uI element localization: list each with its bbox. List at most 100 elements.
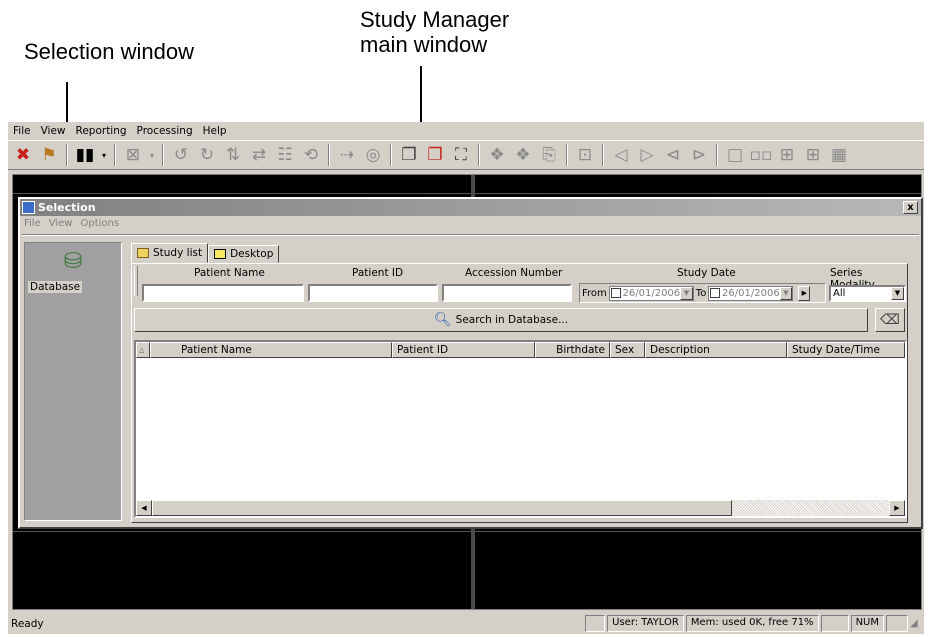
toolbar-separator [390, 144, 392, 166]
date-to-checkbox[interactable] [710, 288, 721, 298]
viewport-divider [13, 193, 921, 194]
menu-help[interactable]: Help [198, 125, 232, 137]
flip-horizontal-icon[interactable]: ⇄ [248, 144, 270, 166]
tab-study-list-label: Study list [153, 247, 203, 259]
last-icon[interactable]: ⊳ [688, 144, 710, 166]
scroll-track[interactable] [732, 500, 889, 516]
previous-icon[interactable]: ◁ [610, 144, 632, 166]
date-from-field[interactable]: 26/01/2006 ▼ [608, 285, 694, 301]
toolbar-separator [716, 144, 718, 166]
column-sort-indicator[interactable]: ▵ [136, 342, 150, 358]
cine-icon[interactable]: ⟲ [300, 144, 322, 166]
status-blank [585, 615, 606, 632]
date-from-checkbox[interactable] [610, 288, 621, 298]
sync-icon[interactable]: ◎ [362, 144, 384, 166]
column-header-birthdate[interactable]: Birthdate [535, 342, 610, 358]
export-icon[interactable]: ⎘ [538, 144, 560, 166]
filter-grip[interactable] [134, 266, 138, 296]
magnifier-icon: 🔍︎ [433, 312, 452, 328]
patient-name-label: Patient Name [194, 267, 265, 279]
study-list-panel: Patient Name Patient ID Accession Number… [131, 263, 908, 523]
patient-name-input[interactable] [142, 284, 304, 302]
selection-title: Selection [38, 201, 96, 214]
patient-id-input[interactable] [308, 284, 438, 302]
study-list-table: ▵ Patient Name Patient ID Birthdate Sex … [134, 340, 907, 518]
clear-filters-button[interactable]: ⌫ [875, 308, 905, 332]
selection-menu-file[interactable]: File [20, 218, 45, 232]
modality-dropdown-icon[interactable]: ▼ [891, 287, 904, 300]
toolbar-separator [162, 144, 164, 166]
grid-view-icon[interactable]: ▦ [828, 144, 850, 166]
column-header-sex[interactable]: Sex [610, 342, 645, 358]
menu-file[interactable]: File [8, 125, 36, 137]
rotate-left-icon[interactable]: ↺ [170, 144, 192, 166]
tab-study-list[interactable]: Study list [131, 243, 209, 263]
scroll-thumb[interactable] [152, 500, 732, 516]
viewport-divider [13, 531, 921, 532]
date-to-field[interactable]: 26/01/2006 ▼ [708, 285, 794, 301]
first-icon[interactable]: ⊲ [662, 144, 684, 166]
main-menubar: File View Reporting Processing Help [8, 122, 924, 140]
horizontal-scrollbar[interactable]: ◀ ▶ [136, 500, 905, 516]
table-header: ▵ Patient Name Patient ID Birthdate Sex … [136, 342, 905, 358]
link-icon[interactable]: ⇢ [336, 144, 358, 166]
measure-icon[interactable]: ⊡ [574, 144, 596, 166]
menu-reporting[interactable]: Reporting [71, 125, 132, 137]
next-icon[interactable]: ▷ [636, 144, 658, 166]
date-from-value: 26/01/2006 [622, 287, 681, 299]
menu-processing[interactable]: Processing [132, 125, 198, 137]
column-header-patient-name[interactable]: Patient Name [150, 342, 392, 358]
toolbar-separator [328, 144, 330, 166]
status-num: NUM [850, 615, 884, 632]
date-to-dropdown[interactable]: ▼ [779, 286, 793, 300]
quad-view-icon[interactable]: ⊞ [776, 144, 798, 166]
multi-view-icon[interactable]: ⊞ [802, 144, 824, 166]
date-more-arrow-icon[interactable]: ▶ [798, 285, 811, 301]
tab-desktop[interactable]: Desktop [208, 245, 280, 263]
zoom-fit-icon[interactable]: ⊠ [122, 144, 144, 166]
search-database-button[interactable]: 🔍︎ Search in Database... [134, 308, 868, 332]
close-button[interactable]: x [903, 201, 918, 214]
status-user: User: TAYLOR [607, 615, 684, 632]
flip-vertical-icon[interactable]: ⇅ [222, 144, 244, 166]
series-next-icon[interactable]: ❐ [398, 144, 420, 166]
column-header-study-date-time[interactable]: Study Date/Time [787, 342, 905, 358]
toolbar-separator [566, 144, 568, 166]
database-icon[interactable]: ⛁ [59, 249, 87, 277]
status-memory: Mem: used 0K, free 71% [685, 615, 819, 632]
folder-icon [137, 248, 149, 258]
series-modality-select[interactable]: All ▼ [829, 285, 906, 302]
network-icon[interactable]: ⛶ [450, 144, 472, 166]
database-label[interactable]: Database [28, 281, 83, 293]
layout-dropdown-icon[interactable]: ▾ [100, 144, 108, 166]
scroll-right-icon[interactable]: ▶ [889, 500, 905, 516]
image-group2-icon[interactable]: ❖ [512, 144, 534, 166]
image-group-icon[interactable]: ❖ [486, 144, 508, 166]
double-view-icon[interactable]: ▫▫ [749, 144, 772, 166]
column-header-patient-id[interactable]: Patient ID [392, 342, 535, 358]
selection-menu-divider [22, 234, 919, 236]
resize-grip-icon[interactable]: ◢ [910, 618, 924, 629]
close-study-icon[interactable]: ✖ [12, 144, 34, 166]
selection-titlebar[interactable]: Selection [20, 199, 921, 216]
scroll-left-icon[interactable]: ◀ [136, 500, 152, 516]
selection-menu-view[interactable]: View [45, 218, 77, 232]
load-study-icon[interactable]: ⚑ [38, 144, 60, 166]
zoom-dropdown-icon[interactable]: ▾ [148, 144, 156, 166]
date-from-dropdown[interactable]: ▼ [680, 286, 693, 300]
toolbar-separator [602, 144, 604, 166]
single-view-icon[interactable]: □ [724, 144, 746, 166]
toolbar-separator [66, 144, 68, 166]
menu-view[interactable]: View [36, 125, 71, 137]
layout-icon[interactable]: ▮▮ [74, 144, 96, 166]
column-header-description[interactable]: Description [645, 342, 787, 358]
status-text: Ready [11, 617, 44, 630]
series-prev-icon[interactable]: ❐ [424, 144, 446, 166]
selection-menu-options[interactable]: Options [76, 218, 123, 232]
accession-number-input[interactable] [442, 284, 572, 302]
rotate-right-icon[interactable]: ↻ [196, 144, 218, 166]
source-pane: ⛁ Database [24, 242, 122, 521]
selection-window: Selection x File View Options ⛁ Database… [18, 197, 923, 529]
reset-icon[interactable]: ☷ [274, 144, 296, 166]
status-blank [820, 615, 849, 632]
